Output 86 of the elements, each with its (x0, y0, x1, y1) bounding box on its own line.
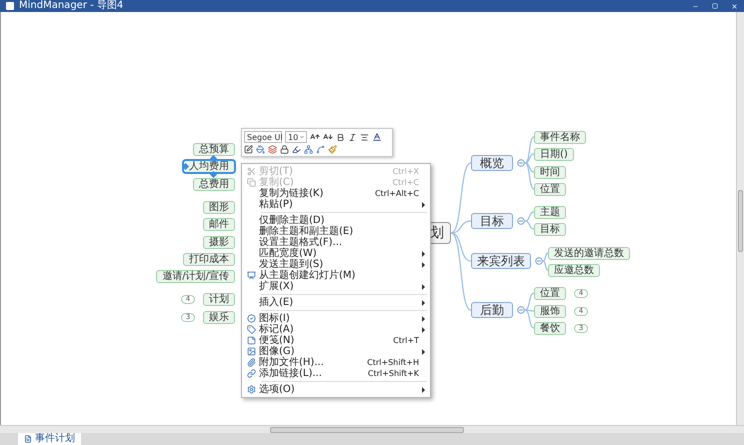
scissors-icon (246, 167, 256, 176)
shrink-font-icon[interactable] (323, 132, 333, 142)
menu-item[interactable]: 选项(O) (243, 384, 429, 395)
fill-icon[interactable] (256, 145, 265, 154)
link-icon (246, 369, 256, 378)
size-dropdown[interactable]: 10 (285, 131, 307, 143)
main-topic[interactable]: 目标 (471, 213, 513, 229)
subtopic[interactable]: 时间 (534, 166, 566, 179)
menu-item[interactable]: 图标(I) (243, 313, 429, 324)
menu-item[interactable]: 标记(A) (243, 324, 429, 335)
font-dropdown[interactable]: Segoe UI (244, 131, 282, 143)
collapse-icon[interactable] (517, 159, 525, 167)
lock-icon[interactable] (280, 145, 289, 154)
subtopic[interactable]: 打印成本 (183, 253, 235, 266)
main-topic[interactable]: 来宾列表 (471, 253, 531, 269)
bold-icon[interactable] (336, 132, 345, 142)
subtopic[interactable]: 餐饮 (534, 322, 566, 335)
menu-item[interactable]: 插入(E) (243, 297, 429, 308)
subtopic[interactable]: 应邀总数 (548, 264, 600, 277)
badge-icon (246, 314, 256, 323)
brush-icon[interactable] (328, 145, 337, 154)
restore-icon[interactable] (712, 3, 718, 9)
tag-icon (246, 325, 256, 334)
menu-item[interactable]: 粘贴(P) (243, 199, 429, 210)
scrollbar-thumb[interactable] (270, 427, 464, 433)
subtopic[interactable]: 事件名称 (534, 131, 586, 144)
edit-icon[interactable] (244, 145, 253, 154)
subtopic[interactable]: 主题 (534, 206, 566, 219)
subtopic[interactable]: 服饰 (534, 305, 566, 318)
close-icon[interactable] (731, 2, 738, 10)
subtopic[interactable]: 娱乐 (203, 311, 235, 324)
highlighter-icon[interactable] (292, 145, 301, 154)
document-tab[interactable]: 事件计划 (18, 433, 81, 445)
collapse-icon[interactable] (517, 217, 525, 225)
subtopic[interactable]: 总费用 (193, 178, 235, 191)
note-icon (246, 336, 256, 345)
layers-icon[interactable] (268, 145, 277, 154)
window-title: MindManager - 导图4 (19, 0, 124, 12)
subtopic[interactable]: 人均费用 (183, 160, 235, 173)
menu-item[interactable]: 设置主题格式(F)... (243, 237, 429, 248)
subtopic[interactable]: 发送的邀请总数 (548, 247, 630, 260)
connector-line (525, 211, 534, 222)
italic-icon[interactable] (348, 132, 357, 142)
menu-item[interactable]: 删除主题和副主题(E) (243, 226, 429, 237)
grow-font-icon[interactable] (310, 132, 320, 142)
menu-item[interactable]: 添加链接(L)... Ctrl+Shift+K (243, 368, 429, 379)
subtopic[interactable]: 总预算 (193, 143, 235, 156)
menu-item[interactable]: 匹配宽度(W) (243, 248, 429, 259)
subtopic[interactable]: 图形 (203, 201, 235, 214)
horizontal-scrollbar[interactable] (0, 425, 744, 433)
caret-icon (299, 134, 305, 140)
slideshow-icon (246, 271, 256, 280)
align-icon[interactable] (360, 132, 369, 142)
menu-item[interactable]: 从主题创建幻灯片(M) (243, 270, 429, 281)
vertical-scrollbar[interactable] (736, 12, 744, 425)
subtopic[interactable]: 摄影 (203, 236, 235, 249)
structure-icon[interactable] (304, 145, 313, 154)
paperclip-icon (246, 358, 256, 367)
subtopic[interactable]: 邀请/计划/宣传 (156, 270, 235, 283)
subtopic[interactable]: 邮件 (203, 218, 235, 231)
menu-item[interactable]: 图像(G) (243, 346, 429, 357)
image-icon (246, 347, 256, 356)
copy-icon (246, 178, 256, 187)
main-topic[interactable]: 后勤 (471, 302, 513, 318)
document-icon (24, 435, 32, 443)
menu-item[interactable]: 扩展(X) (243, 281, 429, 292)
subtopic[interactable]: 计划 (203, 293, 235, 306)
connector-line (525, 220, 534, 230)
subtopic[interactable]: 目标 (534, 223, 566, 236)
menu-item[interactable]: 附加文件(H)... Ctrl+Shift+H (243, 357, 429, 368)
subtopic[interactable]: 日期() (534, 148, 574, 161)
settings-icon (246, 385, 256, 394)
menu-item[interactable]: 便笺(N) Ctrl+T (243, 335, 429, 346)
main-topic[interactable]: 概览 (471, 155, 513, 171)
collapse-icon[interactable] (517, 306, 525, 314)
selection-handle-icon[interactable] (182, 162, 190, 170)
collapse-icon[interactable] (535, 257, 543, 265)
app-logo-icon (6, 2, 14, 10)
menu-item[interactable]: 发送主题到(S) (243, 259, 429, 270)
scrollbar-thumb[interactable] (738, 190, 743, 252)
connector-icon[interactable] (316, 145, 325, 154)
menu-item[interactable]: 仅删除主题(D) (243, 215, 429, 226)
menu-item[interactable]: 复制为链接(K) Ctrl+Alt+C (243, 188, 429, 199)
subtopic[interactable]: 位置 (534, 183, 566, 196)
subtopic[interactable]: 位置 (534, 287, 566, 300)
font-color-icon[interactable] (372, 132, 382, 142)
